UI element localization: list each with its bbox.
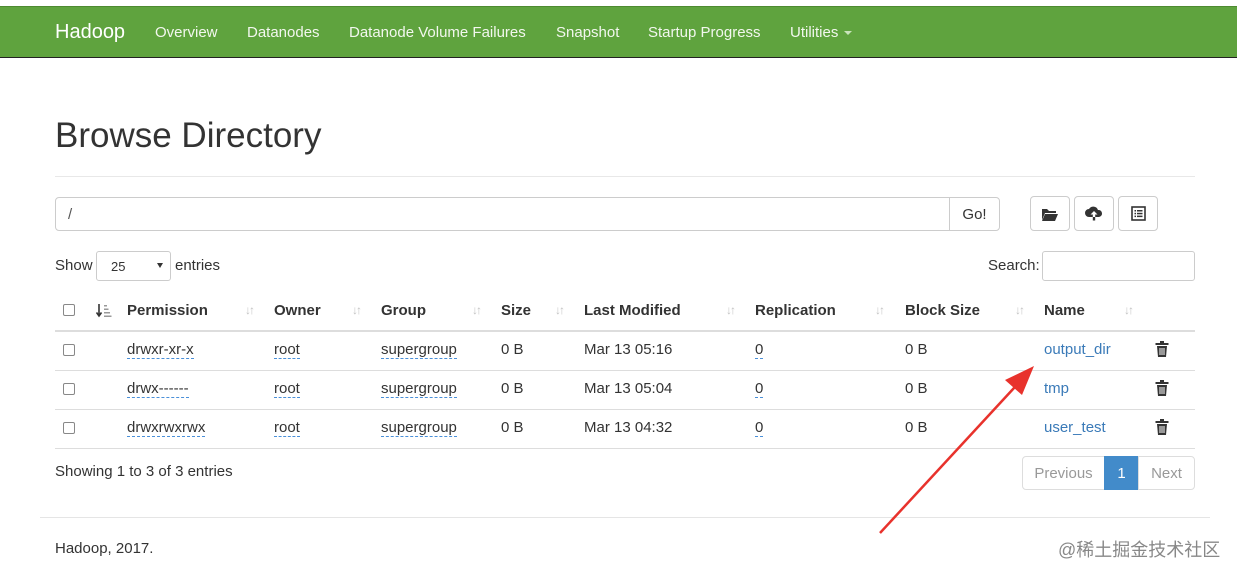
sort-icon[interactable]: ↓↑ [555,303,565,317]
replication-link[interactable]: 0 [755,341,764,359]
group-link[interactable]: supergroup [381,380,457,398]
nav-datanode-volume-failures[interactable]: Datanode Volume Failures [349,24,526,41]
header-owner[interactable]: Owner [274,302,321,319]
size-cell: 0 B [501,419,524,436]
search-label: Search: [988,257,1040,274]
footer-text: Hadoop, 2017. [55,540,154,557]
modified-cell: Mar 13 05:04 [584,380,673,397]
name-link[interactable]: tmp [1044,380,1069,397]
permission-link[interactable]: drwxr-xr-x [127,341,194,359]
header-size[interactable]: Size [501,302,531,319]
replication-link[interactable]: 0 [755,419,764,437]
create-directory-button[interactable] [1030,196,1070,231]
permission-link[interactable]: drwxrwxrwx [127,419,206,437]
row-checkbox[interactable] [63,422,75,434]
go-button[interactable]: Go! [949,198,999,230]
nav-startup-progress[interactable]: Startup Progress [648,24,761,41]
select-all-checkbox[interactable] [63,304,75,316]
divider [55,176,1195,177]
upload-files-button[interactable] [1074,196,1114,231]
header-block-size[interactable]: Block Size [905,302,980,319]
modified-cell: Mar 13 05:16 [584,341,673,358]
sort-icon[interactable]: ↓↑ [875,303,885,317]
trash-icon[interactable] [1155,380,1169,396]
permission-link[interactable]: drwx------ [127,380,189,398]
header-divider [55,330,1195,332]
select-arrow-icon [157,263,163,268]
page-title: Browse Directory [55,116,322,155]
row-checkbox[interactable] [63,383,75,395]
name-link[interactable]: output_dir [1044,341,1111,358]
modified-cell: Mar 13 04:32 [584,419,673,436]
nav-overview[interactable]: Overview [155,24,218,41]
nav-datanodes[interactable]: Datanodes [247,24,320,41]
owner-link[interactable]: root [274,380,300,398]
row-checkbox[interactable] [63,344,75,356]
watermark: @稀土掘金技术社区 [1058,540,1221,560]
size-cell: 0 B [501,341,524,358]
path-input-group: Go! [55,197,1000,231]
sort-amount-asc-icon[interactable] [96,303,112,319]
table-info: Showing 1 to 3 of 3 entries [55,463,233,480]
directory-path-input[interactable] [56,198,951,230]
brand-link[interactable]: Hadoop [55,21,125,44]
caret-down-icon [844,31,853,36]
replication-link[interactable]: 0 [755,380,764,398]
owner-link[interactable]: root [274,419,300,437]
cut-paste-button[interactable] [1118,196,1158,231]
header-replication[interactable]: Replication [755,302,836,319]
sort-icon[interactable]: ↓↑ [1015,303,1025,317]
sort-icon[interactable]: ↓↑ [245,303,255,317]
list-alt-icon [1130,206,1146,221]
sort-icon[interactable]: ↓↑ [1124,303,1134,317]
table-search-input[interactable] [1042,251,1195,281]
header-group[interactable]: Group [381,302,426,319]
sort-icon[interactable]: ↓↑ [352,303,362,317]
trash-icon[interactable] [1155,419,1169,435]
name-link[interactable]: user_test [1044,419,1106,436]
nav-utilities-label: Utilities [790,24,839,41]
header-name[interactable]: Name [1044,302,1085,319]
group-link[interactable]: supergroup [381,419,457,437]
cloud-upload-icon [1085,206,1103,221]
page-1-button[interactable]: 1 [1104,456,1139,490]
show-label: Show [55,257,93,274]
nav-snapshot[interactable]: Snapshot [556,24,619,41]
entries-label: entries [175,257,221,274]
group-link[interactable]: supergroup [381,341,457,359]
header-permission[interactable]: Permission [127,302,208,319]
entries-per-page-select[interactable]: 25 [96,251,171,281]
annotation-arrow [879,366,1034,534]
header-last-modified[interactable]: Last Modified [584,302,681,319]
entries-per-page-value: 25 [111,259,126,274]
owner-link[interactable]: root [274,341,300,359]
sort-icon[interactable]: ↓↑ [726,303,736,317]
top-navbar: Hadoop Overview Datanodes Datanode Volum… [0,6,1237,58]
folder-open-icon [1042,208,1058,221]
nav-utilities-dropdown[interactable]: Utilities [790,24,853,41]
size-cell: 0 B [501,380,524,397]
trash-icon[interactable] [1155,341,1169,357]
sort-icon[interactable]: ↓↑ [472,303,482,317]
next-page-button[interactable]: Next [1138,456,1195,490]
